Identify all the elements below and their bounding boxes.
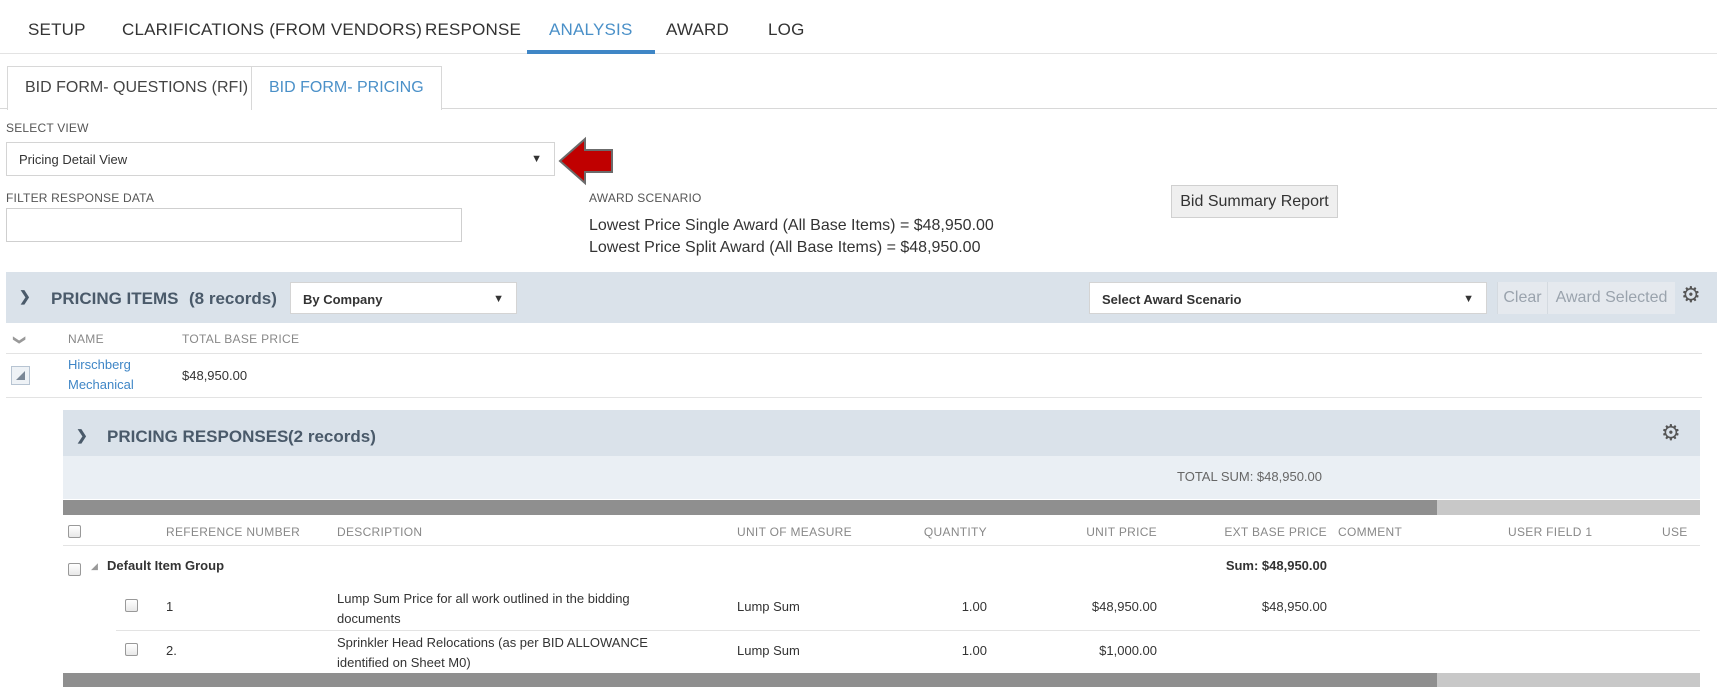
- award-scenario-select-value: Select Award Scenario: [1102, 292, 1242, 307]
- row-2-desc-line2: identified on Sheet M0): [337, 655, 471, 670]
- col-description[interactable]: DESCRIPTION: [337, 525, 422, 539]
- chevron-down-icon: ▼: [1463, 293, 1474, 305]
- divider: [63, 545, 1700, 546]
- chevron-down-icon: ▼: [531, 153, 542, 165]
- col-total-base-price[interactable]: TOTAL BASE PRICE: [182, 332, 299, 346]
- row-checkbox[interactable]: [125, 599, 138, 612]
- col-name[interactable]: NAME: [68, 332, 104, 346]
- col-unit-price[interactable]: UNIT PRICE: [1000, 525, 1157, 539]
- row-2-unit-price: $1,000.00: [1099, 643, 1157, 658]
- tab-clarifications[interactable]: CLARIFICATIONS (FROM VENDORS): [122, 20, 422, 54]
- award-scenario-label: AWARD SCENARIO: [589, 191, 702, 205]
- tab-analysis[interactable]: ANALYSIS: [527, 20, 655, 54]
- tab-setup[interactable]: SETUP: [28, 20, 86, 54]
- expand-row-toggle[interactable]: [11, 366, 30, 385]
- divider: [6, 397, 1702, 398]
- tab-response[interactable]: RESPONSE: [425, 20, 521, 54]
- col-unit-of-measure[interactable]: UNIT OF MEASURE: [737, 525, 852, 539]
- tab-award[interactable]: AWARD: [666, 20, 729, 54]
- select-view-label: SELECT VIEW: [6, 121, 89, 135]
- subtab-bid-form-questions[interactable]: BID FORM- QUESTIONS (RFI): [7, 66, 267, 110]
- row-checkbox[interactable]: [125, 643, 138, 656]
- award-selected-button[interactable]: Award Selected: [1547, 282, 1675, 314]
- group-checkbox[interactable]: [68, 563, 81, 576]
- pricing-responses-title: PRICING RESPONSES: [107, 427, 289, 446]
- tab-log[interactable]: LOG: [768, 20, 805, 54]
- group-by-dropdown[interactable]: By Company ▼: [290, 282, 517, 314]
- red-arrow-icon: [558, 136, 613, 186]
- pricing-items-count: (8 records): [189, 289, 277, 308]
- tab-analysis-label: ANALYSIS: [549, 20, 633, 39]
- row-1-desc-line2: documents: [337, 611, 401, 626]
- pricing-responses-count: (2 records): [288, 427, 376, 446]
- pricing-items-title: PRICING ITEMS: [51, 289, 179, 308]
- group-sum: Sum: $48,950.00: [1225, 558, 1327, 573]
- group-name: Default Item Group: [107, 558, 225, 573]
- group-collapse-icon[interactable]: ◢: [91, 561, 98, 572]
- divider: [6, 353, 1702, 354]
- filter-response-input[interactable]: [6, 208, 462, 242]
- select-view-dropdown[interactable]: Pricing Detail View ▼: [6, 142, 555, 176]
- row-2-description: Sprinkler Head Relocations (as per BID A…: [337, 633, 648, 673]
- row-2-uom: Lump Sum: [737, 643, 800, 658]
- company-name-line1: Hirschberg: [68, 357, 131, 372]
- clear-button[interactable]: Clear: [1497, 282, 1547, 314]
- active-tab-underline: [527, 50, 655, 54]
- gear-icon[interactable]: ⚙: [1681, 282, 1701, 308]
- group-by-value: By Company: [303, 292, 383, 307]
- subtab-bid-form-pricing[interactable]: BID FORM- PRICING: [251, 66, 442, 110]
- col-user-field-2[interactable]: USE: [1662, 525, 1688, 539]
- row-1-desc-line1: Lump Sum Price for all work outlined in …: [337, 591, 630, 606]
- col-reference-number[interactable]: REFERENCE NUMBER: [166, 525, 300, 539]
- total-base-price-value: $48,950.00: [182, 368, 248, 383]
- col-comment[interactable]: COMMENT: [1338, 525, 1402, 539]
- row-1-uom: Lump Sum: [737, 599, 800, 614]
- scrollbar-thumb[interactable]: [63, 500, 1437, 515]
- row-2-ref: 2.: [166, 643, 177, 658]
- row-1-description: Lump Sum Price for all work outlined in …: [337, 589, 630, 629]
- row-1-ext-price: $48,950.00: [1261, 599, 1327, 614]
- row-2-quantity: 1.00: [961, 643, 987, 658]
- collapse-chevron-icon[interactable]: ❯: [76, 427, 88, 444]
- collapse-chevron-icon[interactable]: ❯: [19, 288, 31, 305]
- filter-response-label: FILTER RESPONSE DATA: [6, 191, 155, 205]
- col-user-field-1[interactable]: USER FIELD 1: [1508, 525, 1592, 539]
- select-all-checkbox[interactable]: [68, 525, 81, 538]
- award-scenario-dropdown[interactable]: Select Award Scenario ▼: [1089, 282, 1487, 314]
- col-ext-base-price[interactable]: EXT BASE PRICE: [1170, 525, 1327, 539]
- company-name-link[interactable]: Hirschberg Mechanical: [68, 357, 134, 392]
- award-scenario-single: Lowest Price Single Award (All Base Item…: [589, 217, 994, 234]
- row-1-ref: 1: [166, 599, 174, 614]
- total-sum-value: TOTAL SUM: $48,950.00: [1177, 469, 1322, 484]
- total-sum-bar: [63, 456, 1700, 499]
- company-name-line2: Mechanical: [68, 377, 134, 392]
- row-1-unit-price: $48,950.00: [1091, 599, 1157, 614]
- collapse-all-chevron-icon[interactable]: ❯: [13, 335, 27, 345]
- chevron-down-icon: ▼: [493, 293, 504, 305]
- divider: [116, 630, 1700, 631]
- sub-tab-bar: BID FORM- QUESTIONS (RFI) BID FORM- PRIC…: [0, 66, 1717, 110]
- col-quantity[interactable]: QUANTITY: [880, 525, 987, 539]
- select-view-value: Pricing Detail View: [19, 152, 128, 167]
- scrollbar-thumb-bottom[interactable]: [63, 673, 1437, 687]
- row-2-desc-line1: Sprinkler Head Relocations (as per BID A…: [337, 635, 648, 650]
- bid-summary-report-button[interactable]: Bid Summary Report: [1171, 185, 1338, 218]
- award-scenario-split: Lowest Price Split Award (All Base Items…: [589, 239, 981, 256]
- gear-icon[interactable]: ⚙: [1661, 420, 1681, 446]
- row-1-quantity: 1.00: [961, 599, 987, 614]
- top-tab-bar: SETUP CLARIFICATIONS (FROM VENDORS) RESP…: [0, 0, 1717, 54]
